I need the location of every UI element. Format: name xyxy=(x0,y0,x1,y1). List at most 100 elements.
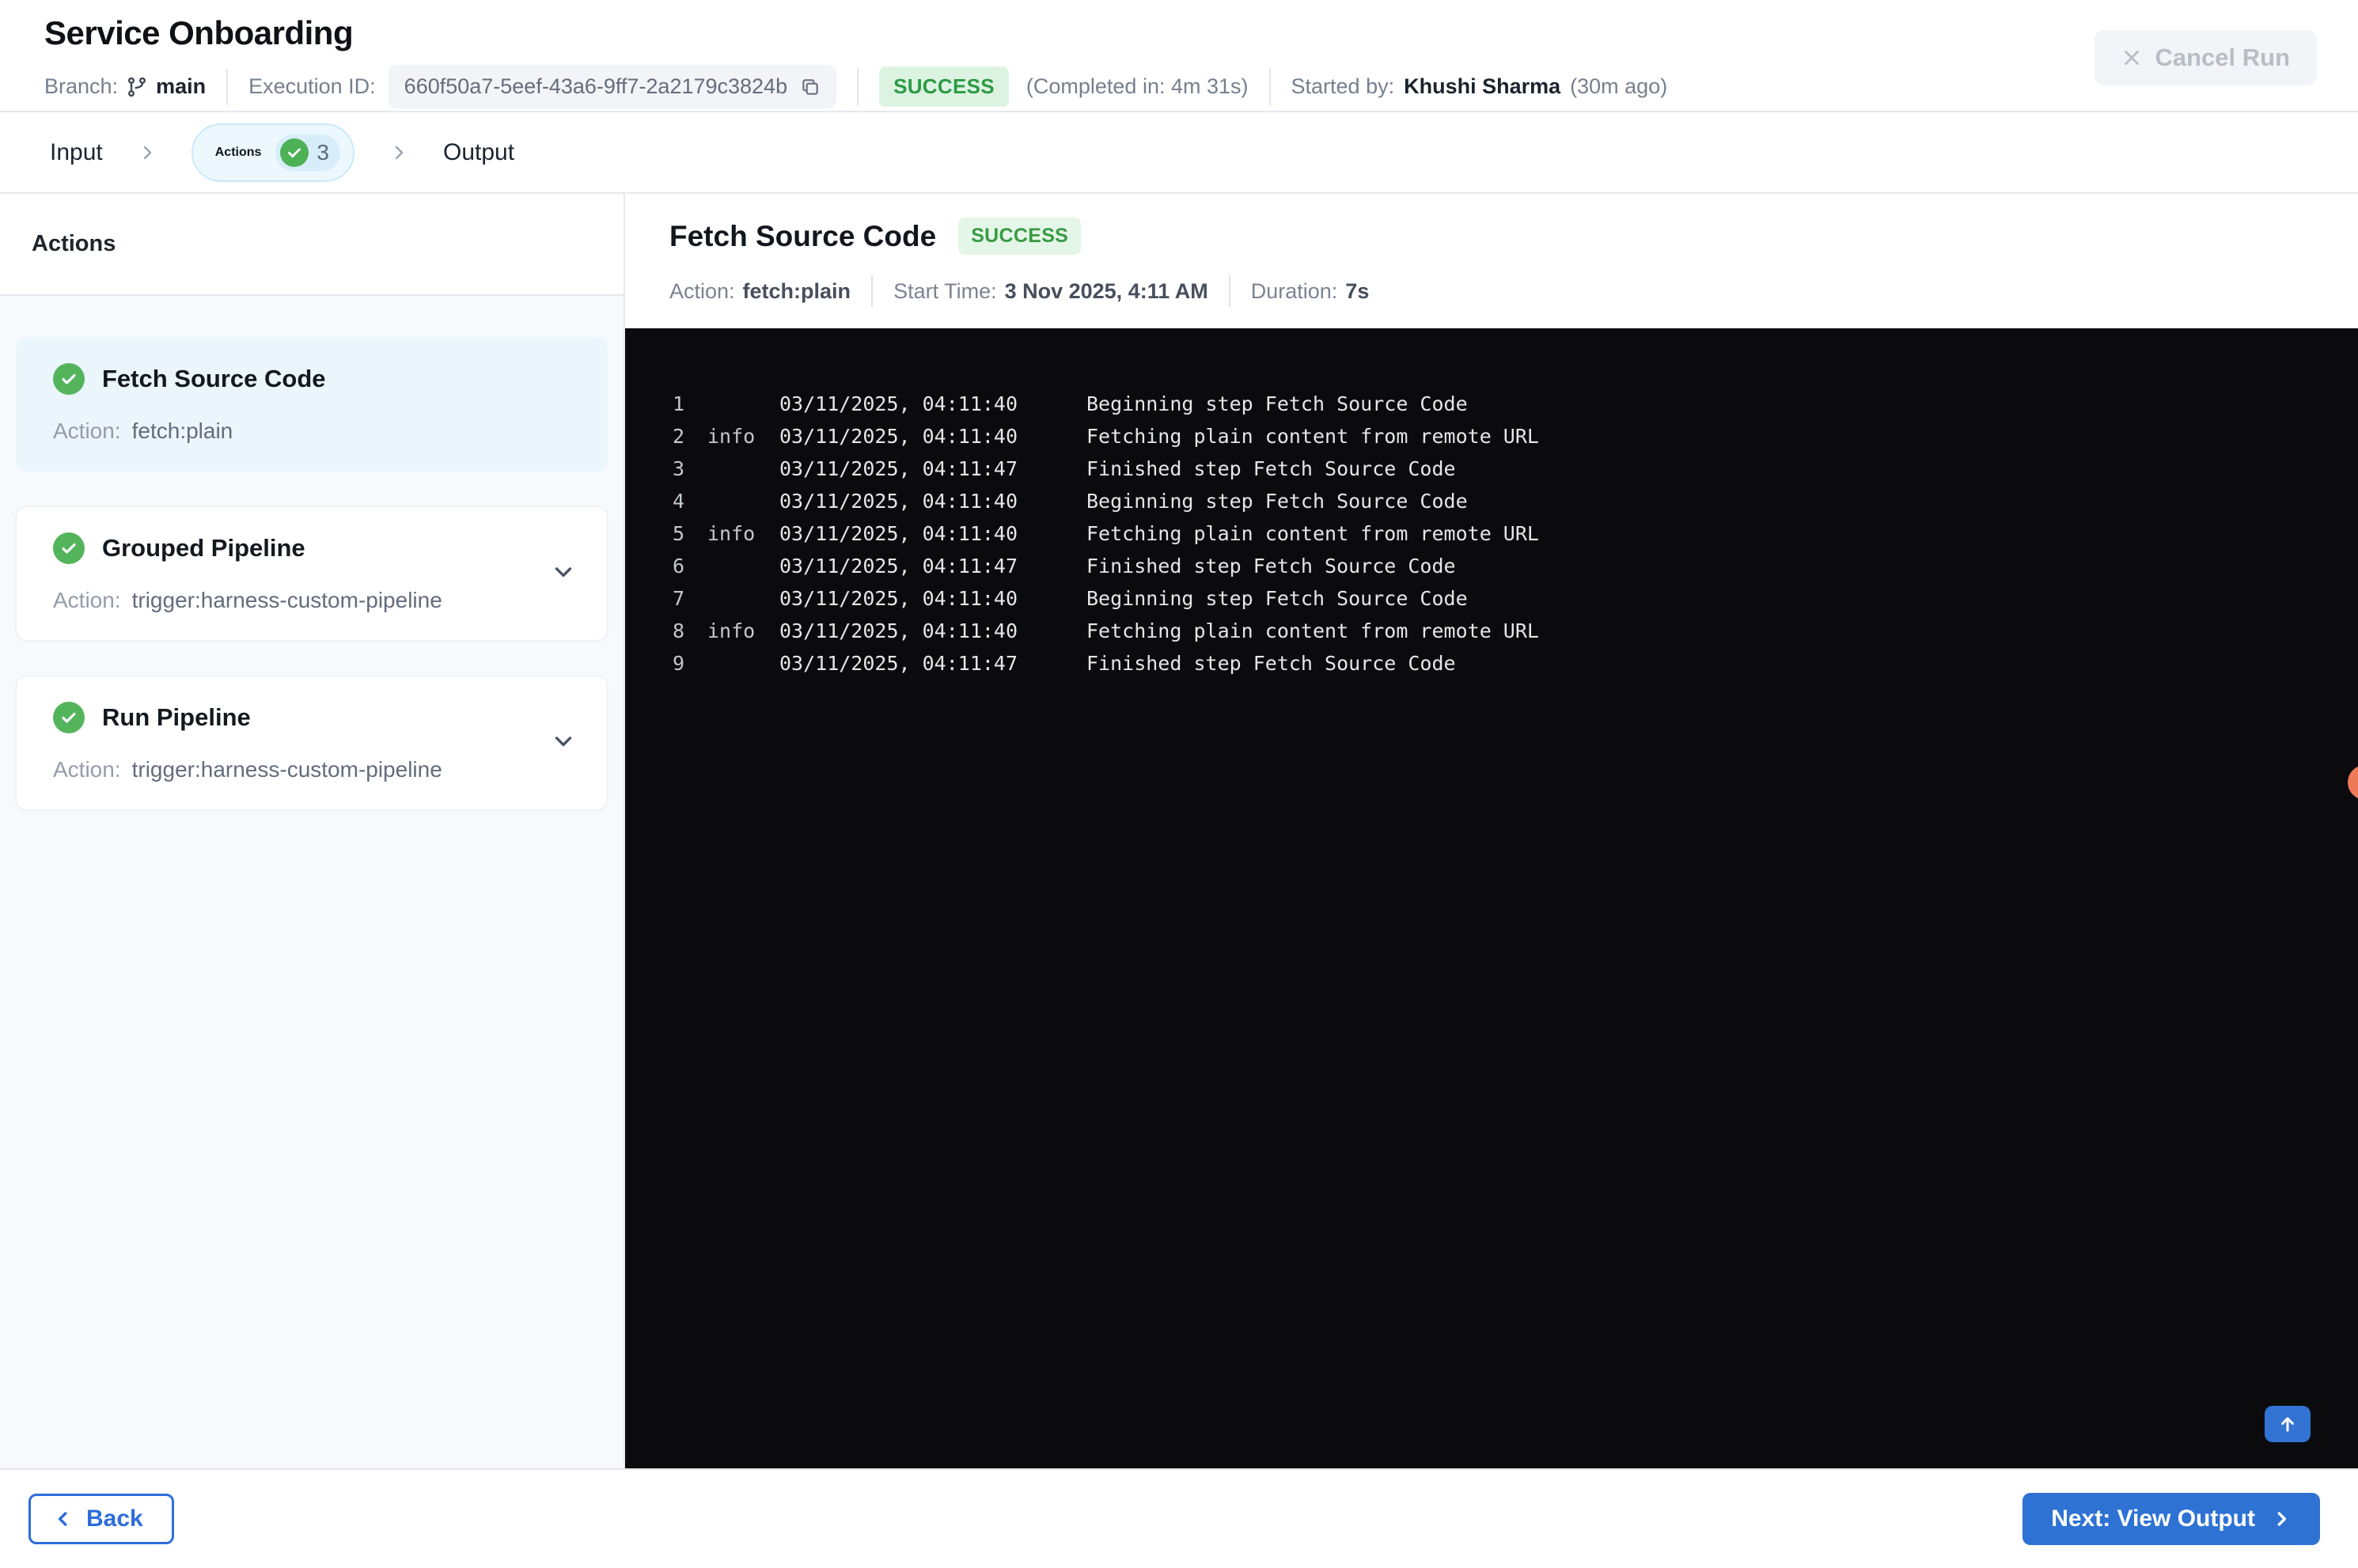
tab-output[interactable]: Output xyxy=(443,139,514,166)
step-action-value: fetch:plain xyxy=(742,278,851,303)
log-timestamp: 03/11/2025, 04:11:40 xyxy=(779,392,1018,415)
log-message: Finished step Fetch Source Code xyxy=(1086,457,1456,480)
service-onboarding-page: Service Onboarding Branch: main Executio… xyxy=(0,0,2358,1568)
card-title-row: Fetch Source Code xyxy=(53,363,578,395)
action-label: Action: xyxy=(53,588,121,612)
step-status-badge: SUCCESS xyxy=(958,218,1082,255)
log-timestamp: 03/11/2025, 04:11:40 xyxy=(779,587,1018,610)
divider xyxy=(226,68,229,105)
action-value: trigger:harness-custom-pipeline xyxy=(131,757,442,782)
feedback-widget-dot[interactable] xyxy=(2348,765,2358,800)
run-status-badge: SUCCESS xyxy=(879,66,1009,107)
tab-actions-label: Actions xyxy=(214,145,262,159)
card-action-meta: Action: trigger:harness-custom-pipeline xyxy=(53,757,578,782)
execution-id-info: Execution ID: 660f50a7-5eef-43a6-9ff7-2a… xyxy=(248,65,837,108)
panel-title-row: Fetch Source Code SUCCESS xyxy=(669,218,2358,255)
back-button[interactable]: Back xyxy=(28,1494,174,1544)
page-title: Service Onboarding xyxy=(44,14,354,51)
card-title-row: Grouped Pipeline xyxy=(53,532,578,564)
divider xyxy=(857,68,859,105)
action-card-grouped-pipeline[interactable]: Grouped Pipeline Action: trigger:harness-… xyxy=(16,506,608,641)
scroll-to-top-button[interactable] xyxy=(2265,1406,2311,1442)
branch-label: Branch: xyxy=(44,74,119,98)
log-message: Finished step Fetch Source Code xyxy=(1086,652,1456,675)
cancel-run-label: Cancel Run xyxy=(2155,44,2290,71)
action-value: trigger:harness-custom-pipeline xyxy=(131,588,442,612)
card-title-row: Run Pipeline xyxy=(53,702,578,733)
chevron-right-icon xyxy=(389,143,408,162)
chevron-down-icon[interactable] xyxy=(550,728,577,759)
action-label: Action: xyxy=(53,419,121,443)
action-card-fetch-source-code[interactable]: Fetch Source Code Action: fetch:plain xyxy=(16,337,608,472)
action-label: Action: xyxy=(53,757,121,782)
copy-icon[interactable] xyxy=(800,77,821,97)
sidebar-heading: Actions xyxy=(32,231,116,256)
success-check-icon xyxy=(53,702,85,733)
next-view-output-button[interactable]: Next: View Output xyxy=(2022,1493,2320,1545)
page-header: Service Onboarding Branch: main Executio… xyxy=(0,0,2358,111)
log-message: Beginning step Fetch Source Code xyxy=(1086,587,1468,610)
step-action-label: Action: xyxy=(669,278,735,303)
log-line-number: 3 xyxy=(673,457,685,480)
main-area: Actions Fetch Source Code Action: fetch:p… xyxy=(0,194,2358,1468)
log-line-number: 6 xyxy=(673,555,685,578)
branch-info: Branch: main xyxy=(44,74,206,99)
next-button-label: Next: View Output xyxy=(2051,1506,2255,1532)
action-card-run-pipeline[interactable]: Run Pipeline Action: trigger:harness-cust… xyxy=(16,676,608,810)
chevron-right-icon xyxy=(2271,1509,2292,1529)
log-timestamp: 03/11/2025, 04:11:47 xyxy=(779,555,1018,578)
cancel-run-button[interactable]: Cancel Run xyxy=(2095,30,2317,85)
divider xyxy=(1228,275,1230,307)
log-message: Finished step Fetch Source Code xyxy=(1086,555,1456,578)
actions-count: 3 xyxy=(317,139,329,165)
log-line-number: 1 xyxy=(673,392,685,415)
arrow-up-icon xyxy=(2276,1413,2299,1435)
card-title: Fetch Source Code xyxy=(102,365,326,392)
start-time-value: 3 Nov 2025, 4:11 AM xyxy=(1004,278,1208,303)
chevron-down-icon[interactable] xyxy=(550,559,577,589)
log-row: 7 03/11/2025, 04:11:40 Beginning step Fetc… xyxy=(625,582,2358,615)
tab-input[interactable]: Input xyxy=(50,139,103,166)
log-row: 9 03/11/2025, 04:11:47 Finished step Fetch… xyxy=(625,647,2358,680)
log-console[interactable]: 1 03/11/2025, 04:11:40 Beginning step Fetc… xyxy=(625,328,2358,1468)
divider xyxy=(1268,68,1271,105)
started-by-ago: (30m ago) xyxy=(1570,74,1668,98)
card-title: Run Pipeline xyxy=(102,703,251,731)
log-line-number: 8 xyxy=(673,619,685,642)
log-row: 2 info 03/11/2025, 04:11:40 Fetching plain … xyxy=(625,420,2358,453)
chevron-right-icon xyxy=(138,143,157,162)
log-timestamp: 03/11/2025, 04:11:40 xyxy=(779,619,1018,642)
log-row: 1 03/11/2025, 04:11:40 Beginning step Fetc… xyxy=(625,388,2358,420)
log-line-number: 4 xyxy=(673,490,685,513)
chevron-left-icon xyxy=(53,1509,74,1529)
close-icon xyxy=(2121,47,2142,68)
step-title: Fetch Source Code xyxy=(669,219,937,252)
duration-label: Duration: xyxy=(1250,278,1338,303)
log-timestamp: 03/11/2025, 04:11:47 xyxy=(779,457,1018,480)
log-level: info xyxy=(707,619,756,642)
branch-name: main xyxy=(156,74,207,98)
wizard-footer: Back Next: View Output xyxy=(0,1468,2358,1568)
log-message: Beginning step Fetch Source Code xyxy=(1086,392,1468,415)
execution-meta-row: Branch: main Execution ID: 660f50a7-5eef… xyxy=(44,65,2358,108)
action-card-list: Fetch Source Code Action: fetch:plain Gro… xyxy=(0,296,624,1468)
log-line-number: 9 xyxy=(673,652,685,675)
step-tabs: Input Actions 3 Output xyxy=(0,111,2358,194)
log-row: 8 info 03/11/2025, 04:11:40 Fetching plain … xyxy=(625,615,2358,647)
step-detail-panel: Fetch Source Code SUCCESS Action: fetch:… xyxy=(625,194,2358,1468)
log-timestamp: 03/11/2025, 04:11:40 xyxy=(779,522,1018,545)
log-line-number: 7 xyxy=(673,587,685,610)
log-message: Fetching plain content from remote URL xyxy=(1086,522,1539,545)
log-row: 5 info 03/11/2025, 04:11:40 Fetching plain … xyxy=(625,517,2358,550)
step-meta-row: Action: fetch:plain Start Time: 3 Nov 20… xyxy=(669,275,2358,307)
actions-count-badge: 3 xyxy=(275,134,340,171)
log-row: 6 03/11/2025, 04:11:47 Finished step Fetch… xyxy=(625,550,2358,582)
actions-sidebar: Actions Fetch Source Code Action: fetch:p… xyxy=(0,194,625,1468)
start-time-label: Start Time: xyxy=(893,278,997,303)
card-title: Grouped Pipeline xyxy=(102,534,305,562)
action-value: fetch:plain xyxy=(131,419,233,443)
log-row: 3 03/11/2025, 04:11:47 Finished step Fetch… xyxy=(625,453,2358,485)
started-by-info: Started by: Khushi Sharma (30m ago) xyxy=(1291,74,1668,99)
tab-actions[interactable]: Actions 3 xyxy=(191,123,354,182)
execution-id-label: Execution ID: xyxy=(248,74,376,98)
